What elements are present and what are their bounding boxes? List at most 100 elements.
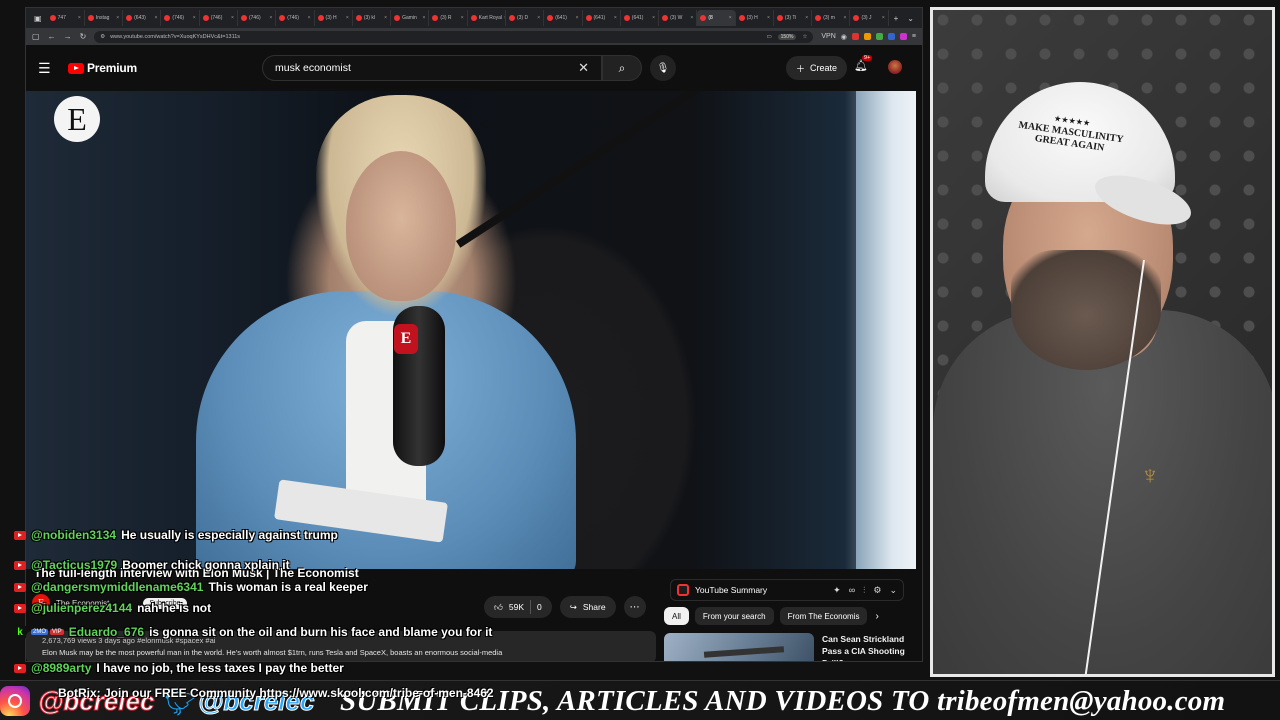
zoom-badge[interactable]: 150% [777,33,797,40]
ext-purple-icon[interactable] [899,33,907,40]
address-bar-row: ▢ ← → ↻ ⚙ www.youtube.com/watch?v=XuoqKY… [26,28,922,45]
browser-tab[interactable]: (746) × [161,10,200,26]
browser-tab[interactable]: (3) m × [812,10,851,26]
browser-tab[interactable]: (3) H × [736,10,774,26]
tab-close-icon[interactable]: × [78,15,81,21]
browser-tab[interactable]: (641) × [583,10,621,26]
chat-text: Boomer chick gonna xplain it [122,558,290,572]
microphone-icon: 🎙︎ [656,62,670,74]
create-label: Create [810,63,838,73]
tab-close-icon[interactable]: × [461,15,464,21]
menu-hamburger-icon[interactable]: ☰ [38,60,62,77]
ext-orange-icon[interactable] [863,33,871,40]
browser-tab[interactable]: (746) × [200,10,238,26]
chips-next-arrow-icon[interactable]: › [875,611,878,622]
settings-gear-icon[interactable]: ⚙ [873,585,881,596]
tab-label: (641) [555,15,567,21]
browser-tab[interactable]: (3) D × [506,10,545,26]
browser-tab[interactable]: (3) H × [315,10,353,26]
tab-close-icon[interactable]: × [308,15,311,21]
ext-red-icon[interactable] [851,33,859,40]
glasses-icon[interactable]: ∞ [849,585,855,596]
ext-circle-icon[interactable]: ◉ [841,33,847,41]
chevron-down-icon[interactable]: ⌄ [889,585,897,596]
chip-from-your-search[interactable]: From your search [694,607,774,625]
browser-tab[interactable]: (8 × [697,10,736,26]
ext-green-icon[interactable] [875,33,883,40]
more-actions-icon[interactable]: ⋯ [623,596,646,618]
sidebar-toggle-icon[interactable]: ▢ [32,32,40,41]
tab-close-icon[interactable]: × [767,15,770,21]
tab-favicon-icon [815,15,822,21]
vpn-badge[interactable]: VPN [821,33,835,40]
bookmark-star-icon[interactable]: ☆ [802,34,807,40]
cast-icon[interactable]: ▭ [766,34,771,40]
youtube-logo[interactable]: Premium [68,61,137,75]
tab-close-icon[interactable]: × [882,15,885,21]
create-button[interactable]: ＋ Create [786,56,848,80]
tab-close-icon[interactable]: × [422,15,425,21]
tab-close-icon[interactable]: × [576,15,579,21]
chip-from-the-economist[interactable]: From The Economis [779,607,868,625]
chat-text: He usually is especially against trump [121,528,338,542]
recommended-title[interactable]: Can Sean Strickland Pass a CIA Shooting … [822,633,917,661]
tab-menu-chevron-icon[interactable]: ⌄ [903,14,918,23]
browser-tab[interactable]: (746) × [238,10,277,26]
tab-search-icon[interactable]: ▣ [30,14,46,23]
browser-tab[interactable]: (643) × [123,10,162,26]
omnibox[interactable]: ⚙ www.youtube.com/watch?v=XuoqKYsDHVc&t=… [94,30,814,43]
tab-close-icon[interactable]: × [805,15,808,21]
browser-tab[interactable]: (3) W × [659,10,698,26]
chat-username: Eduardo_676 [68,625,145,639]
browser-tab[interactable]: (746) × [276,10,315,26]
tab-strip: 747 × Instag × (643) × (746) × (746) × (746) × (746)… [47,10,889,26]
site-info-icon[interactable]: ⚙ [100,34,105,40]
forward-icon[interactable]: → [64,32,72,41]
tab-close-icon[interactable]: × [116,15,119,21]
browser-tab[interactable]: (3) R × [429,10,468,26]
chat-text: I have no job, the less taxes I pay the … [96,661,344,675]
tab-close-icon[interactable]: × [729,15,732,21]
tab-close-icon[interactable]: × [346,15,349,21]
browser-tab[interactable]: Instag × [85,10,124,26]
reload-icon[interactable]: ↻ [80,32,87,41]
ext-blue-icon[interactable] [887,33,895,40]
summary-label: YouTube Summary [695,585,768,595]
video-player[interactable]: E E [26,91,916,569]
browser-tab[interactable]: (3) kl × [353,10,392,26]
chip-all[interactable]: All [664,607,689,625]
search-icon: ⌕ [618,60,626,75]
tab-close-icon[interactable]: × [652,15,655,21]
browser-tab[interactable]: (3) J × [850,10,889,26]
browser-tab[interactable]: (641) × [621,10,660,26]
tab-close-icon[interactable]: × [690,15,693,21]
tab-close-icon[interactable]: × [269,15,272,21]
waveform-icon[interactable]: ⫶ [863,585,865,596]
tab-close-icon[interactable]: × [154,15,157,21]
tab-close-icon[interactable]: × [537,15,540,21]
chat-username: @8989arty [31,661,92,675]
browser-tab[interactable]: 747 × [47,10,85,26]
back-icon[interactable]: ← [48,32,56,41]
browser-tab[interactable]: Gamin × [391,10,430,26]
search-button[interactable]: ⌕ [602,55,642,81]
voice-search-button[interactable]: 🎙︎ [650,55,676,81]
browser-tab[interactable]: (641) × [544,10,583,26]
tab-close-icon[interactable]: × [231,15,234,21]
tab-close-icon[interactable]: × [844,15,847,21]
tab-label: (641) [631,15,644,21]
browser-tab[interactable]: Kart Royal× [468,10,506,26]
youtube-summary-bar[interactable]: YouTube Summary ✦ ∞ ⫶ ⚙ ⌄ [670,579,904,601]
clear-search-icon[interactable]: ✕ [578,60,589,76]
browser-menu-icon[interactable]: ≡ [912,33,916,40]
sparkle-icon[interactable]: ✦ [833,585,841,596]
tab-close-icon[interactable]: × [614,15,617,21]
account-avatar[interactable] [888,60,902,74]
search-input[interactable]: musk economist ✕ [262,55,602,81]
tab-close-icon[interactable]: × [193,15,196,21]
browser-tab[interactable]: (3) Ti × [774,10,813,26]
new-tab-button[interactable]: + [890,14,903,23]
tab-close-icon[interactable]: × [384,15,387,21]
recommended-video[interactable]: Can Sean Strickland Pass a CIA Shooting … [664,633,917,661]
recommended-thumbnail[interactable] [664,633,814,661]
